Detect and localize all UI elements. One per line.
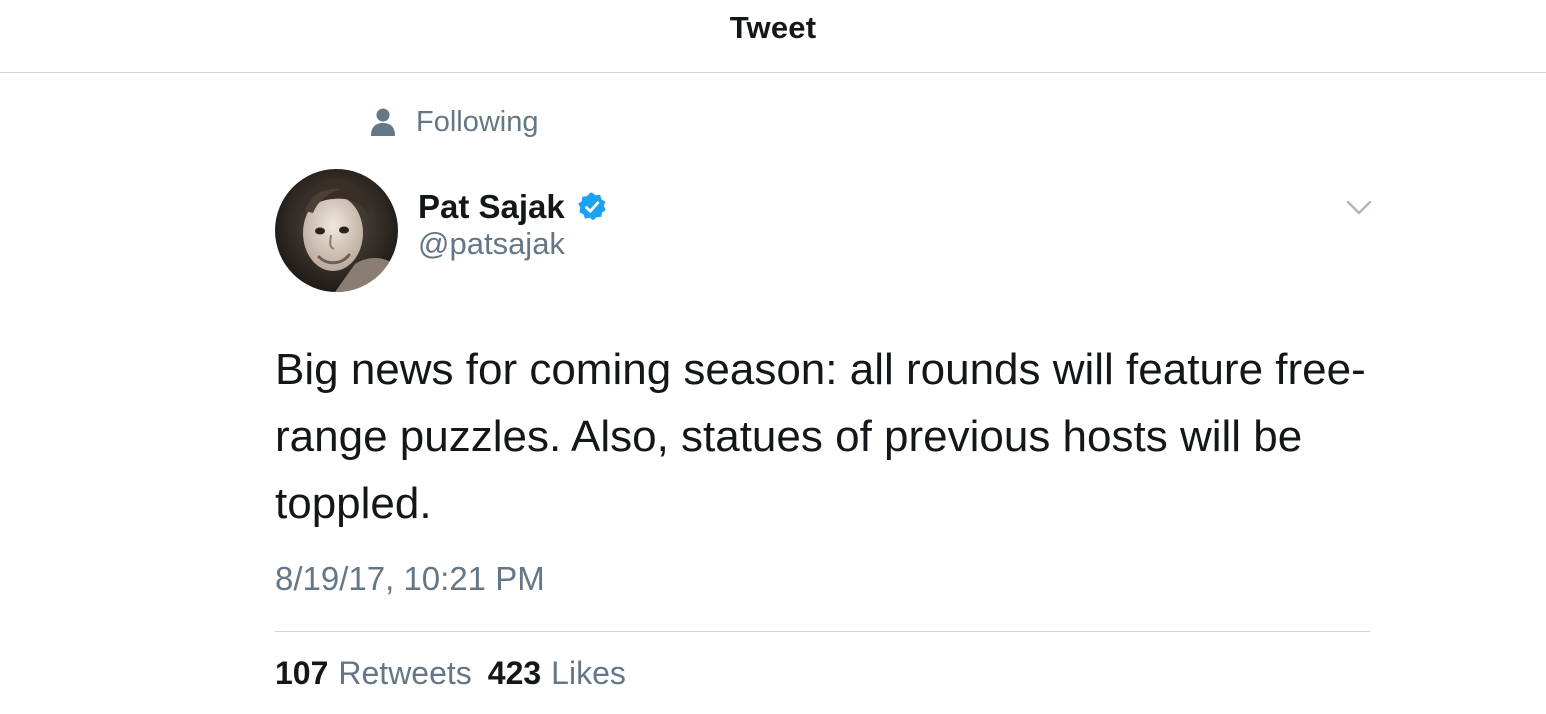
top-bar: Tweet [0,0,1546,73]
author-handle[interactable]: @patsajak [418,226,608,262]
author-name[interactable]: Pat Sajak [418,188,565,226]
likes-stat[interactable]: 423 Likes [488,655,626,692]
person-icon [371,108,395,136]
following-label: Following [416,105,539,138]
tweet-text: Big news for coming season: all rounds w… [275,345,1366,528]
author-name-row: Pat Sajak [418,184,608,230]
likes-count: 423 [487,655,542,691]
verified-badge-icon [578,192,606,221]
tweet-detail-page: Tweet Following Pat Sajak @patsajak Big … [0,0,1546,714]
author-block[interactable]: Pat Sajak @patsajak [418,184,608,262]
divider [275,631,1370,632]
social-context: Following [370,103,539,141]
retweets-stat[interactable]: 107 Retweets [275,655,472,692]
avatar[interactable] [275,169,398,292]
tweet-stats: 107 Retweets 423 Likes [275,655,626,692]
tweet-timestamp: 8/19/17, 10:21 PM [275,560,545,597]
retweets-count: 107 [275,655,329,691]
page-title: Tweet [729,10,817,45]
avatar-photo [275,169,398,292]
chevron-down-icon[interactable] [1346,198,1372,218]
retweets-label: Retweets [338,655,472,691]
likes-label: Likes [551,655,626,691]
